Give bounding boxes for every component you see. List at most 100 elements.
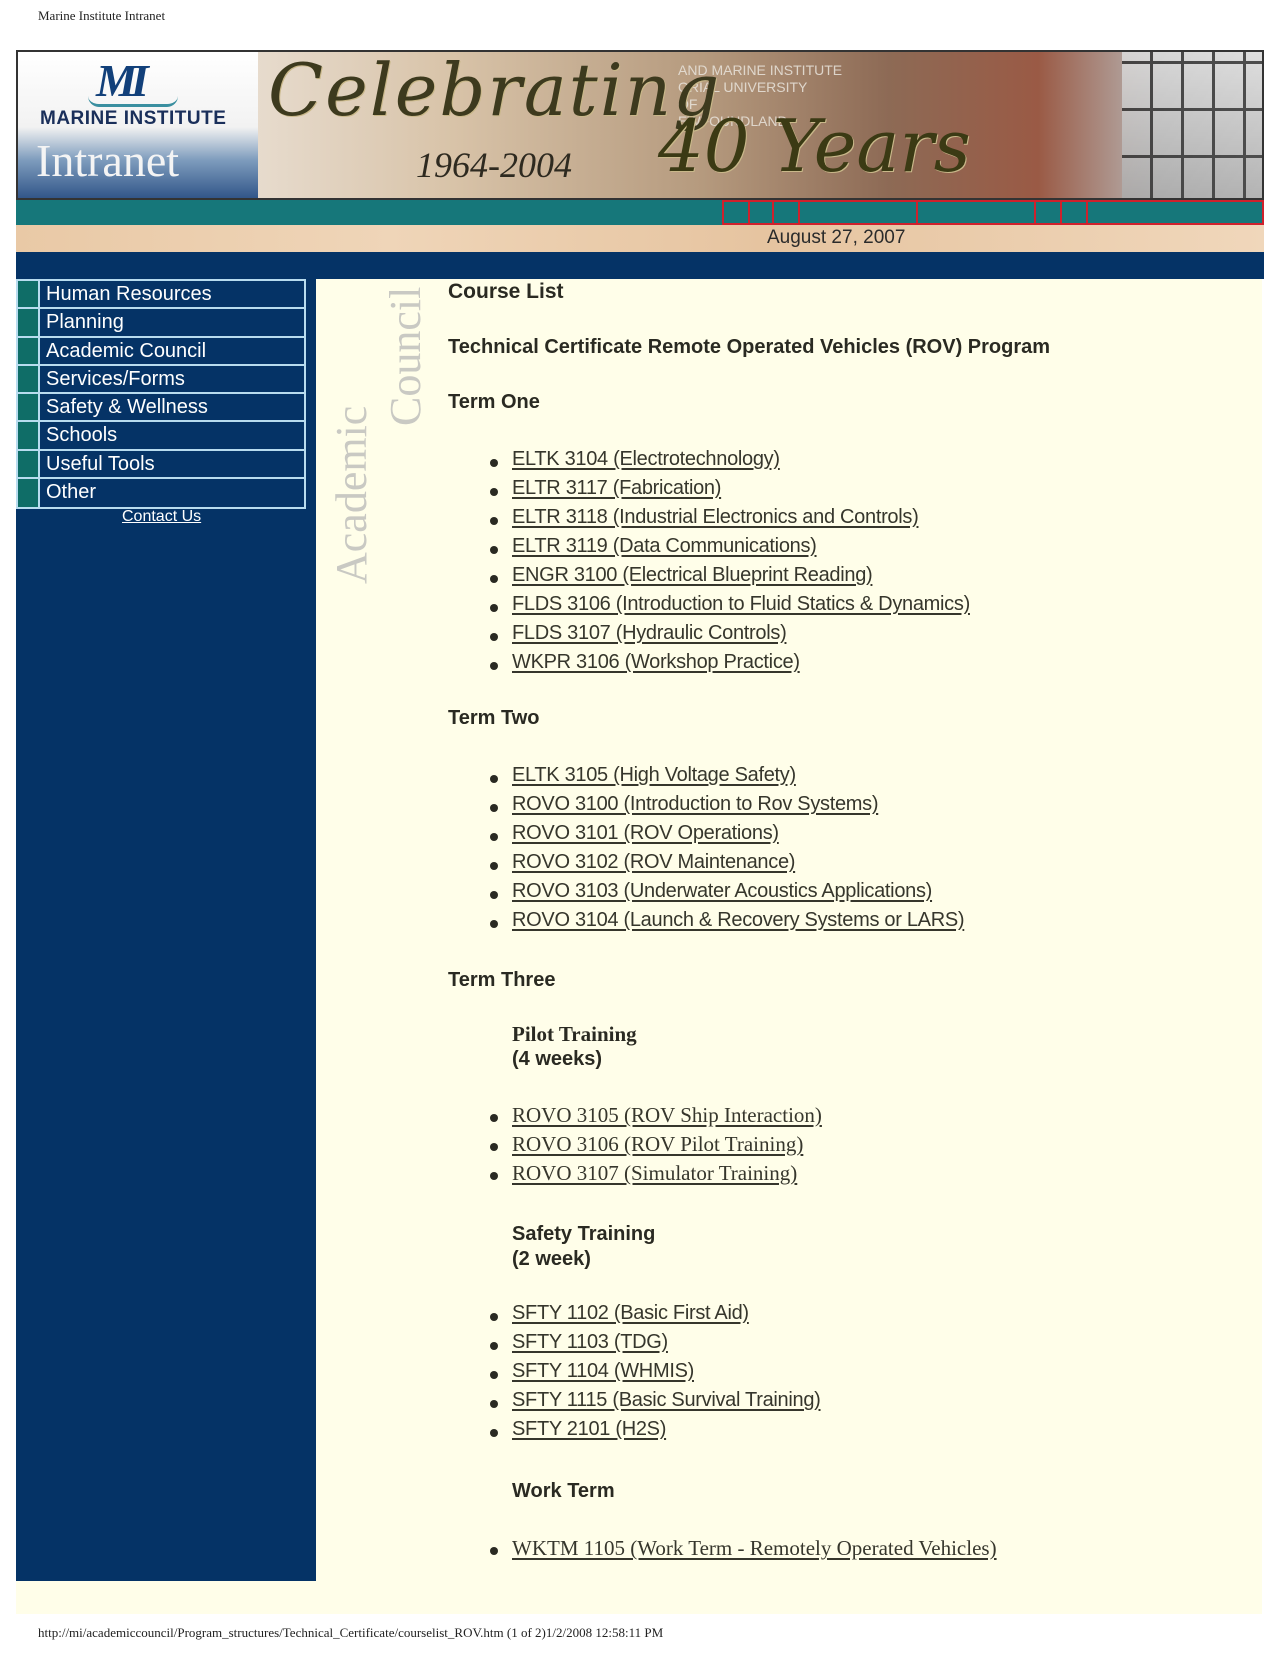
sidebar-item-safety-wellness[interactable]: Safety & Wellness [18, 394, 304, 423]
bullet-icon [490, 1547, 498, 1555]
bullet-icon [490, 546, 498, 554]
course-link[interactable]: WKTM 1105 (Work Term - Remotely Operated… [512, 1536, 997, 1560]
sidebar-item-other[interactable]: Other [18, 479, 304, 508]
bullet-icon [490, 517, 498, 525]
list-item: ELTR 3118 (Industrial Electronics and Co… [448, 506, 970, 535]
course-link[interactable]: ROVO 3106 (ROV Pilot Training) [512, 1132, 803, 1156]
course-link[interactable]: WKPR 3106 (Workshop Practice) [512, 651, 800, 673]
top-nav-cell[interactable] [722, 200, 750, 225]
sidebar-item-schools[interactable]: Schools [18, 422, 304, 451]
list-item: SFTY 1102 (Basic First Aid) [448, 1302, 821, 1331]
bullet-icon [490, 1429, 498, 1437]
sidebar-item-label: Planning [46, 311, 124, 334]
top-nav-cell[interactable] [772, 200, 800, 225]
top-nav-cell[interactable] [916, 200, 1036, 225]
watermark-academic: Academic [327, 405, 376, 584]
top-nav-cell[interactable] [1060, 200, 1088, 225]
list-item: ENGR 3100 (Electrical Blueprint Reading) [448, 564, 970, 593]
contact-us-link[interactable]: Contact Us [122, 508, 201, 526]
top-nav-cell[interactable] [798, 200, 918, 225]
course-link[interactable]: ROVO 3102 (ROV Maintenance) [512, 851, 795, 873]
bullet-icon [490, 920, 498, 928]
list-item: FLDS 3106 (Introduction to Fluid Statics… [448, 593, 970, 622]
nav-marker-icon [18, 394, 40, 421]
bullet-icon [490, 633, 498, 641]
date-bar [16, 225, 1264, 252]
course-link[interactable]: FLDS 3106 (Introduction to Fluid Statics… [512, 593, 970, 615]
bullet-icon [490, 775, 498, 783]
top-nav-cell[interactable] [1086, 200, 1264, 225]
pilot-training-heading: Pilot Training [512, 1022, 637, 1046]
banner: MI Marine Institute Intranet AND MARINE … [16, 50, 1264, 200]
list-item: SFTY 1115 (Basic Survival Training) [448, 1389, 821, 1418]
sidebar-item-label: Academic Council [46, 339, 207, 362]
bullet-icon [490, 604, 498, 612]
pilot-training-duration: (4 weeks) [512, 1048, 603, 1070]
course-link[interactable]: SFTY 1104 (WHMIS) [512, 1360, 694, 1382]
sidebar-item-services-forms[interactable]: Services/Forms [18, 365, 304, 395]
course-link[interactable]: SFTY 2101 (H2S) [512, 1418, 666, 1440]
list-item: WKTM 1105 (Work Term - Remotely Operated… [448, 1536, 997, 1565]
sidebar-item-label: Schools [46, 424, 118, 447]
current-date: August 27, 2007 [767, 227, 906, 248]
sidebar-item-label: Safety & Wellness [46, 396, 208, 419]
course-link[interactable]: SFTY 1115 (Basic Survival Training) [512, 1389, 821, 1411]
nav-marker-icon [18, 309, 40, 336]
course-link[interactable]: ROVO 3104 (Launch & Recovery Systems or … [512, 909, 965, 931]
course-link[interactable]: ROVO 3101 (ROV Operations) [512, 822, 779, 844]
nav-marker-icon [18, 450, 40, 478]
bullet-icon [490, 1172, 498, 1180]
course-link[interactable]: ROVO 3105 (ROV Ship Interaction) [512, 1103, 822, 1127]
top-nav-cell[interactable] [748, 200, 774, 225]
banner-years-range: 1964-2004 [416, 145, 572, 185]
nav-marker-icon [18, 337, 40, 364]
bullet-icon [490, 1114, 498, 1122]
sidebar-item-label: Other [46, 481, 97, 504]
sidebar-item-planning[interactable]: Planning [18, 309, 304, 338]
course-link[interactable]: ELTK 3105 (High Voltage Safety) [512, 764, 796, 786]
list-item: SFTY 2101 (H2S) [448, 1418, 821, 1447]
print-footer: http://mi/academiccouncil/Program_struct… [38, 1625, 664, 1640]
course-link[interactable]: ELTR 3118 (Industrial Electronics and Co… [512, 506, 919, 528]
list-item: ELTK 3104 (Electrotechnology) [448, 448, 970, 477]
sidebar-item-useful-tools[interactable]: Useful Tools [18, 450, 304, 480]
bullet-icon [490, 804, 498, 812]
course-link[interactable]: SFTY 1103 (TDG) [512, 1331, 668, 1353]
course-link[interactable]: ENGR 3100 (Electrical Blueprint Reading) [512, 564, 873, 586]
list-item: ROVO 3102 (ROV Maintenance) [448, 851, 964, 880]
print-header: Marine Institute Intranet [38, 8, 166, 23]
bullet-icon [490, 488, 498, 496]
safety-training-heading: Safety Training [512, 1223, 656, 1245]
list-item: ROVO 3107 (Simulator Training) [448, 1161, 822, 1190]
logo-waves-icon [88, 96, 178, 107]
course-link[interactable]: ROVO 3107 (Simulator Training) [512, 1161, 797, 1185]
course-link[interactable]: FLDS 3107 (Hydraulic Controls) [512, 622, 787, 644]
program-title: Technical Certificate Remote Operated Ve… [448, 336, 1051, 358]
course-link[interactable]: ELTR 3117 (Fabrication) [512, 477, 721, 499]
bullet-icon [490, 1143, 498, 1151]
course-link[interactable]: SFTY 1102 (Basic First Aid) [512, 1302, 749, 1324]
list-item: SFTY 1103 (TDG) [448, 1331, 821, 1360]
bullet-icon [490, 575, 498, 583]
course-link[interactable]: ROVO 3100 (Introduction to Rov Systems) [512, 793, 879, 815]
list-item: ROVO 3100 (Introduction to Rov Systems) [448, 793, 964, 822]
course-link[interactable]: ELTK 3104 (Electrotechnology) [512, 448, 780, 470]
top-nav-cell[interactable] [1034, 200, 1062, 225]
sidebar-item-label: Services/Forms [46, 367, 185, 390]
bullet-icon [490, 1313, 498, 1321]
list-item: ROVO 3106 (ROV Pilot Training) [448, 1132, 822, 1161]
work-term-course-list: WKTM 1105 (Work Term - Remotely Operated… [448, 1536, 997, 1565]
sidebar-item-human-resources[interactable]: Human Resources [18, 281, 304, 310]
term-two-course-list: ELTK 3105 (High Voltage Safety) ROVO 310… [448, 764, 965, 938]
list-item: ROVO 3101 (ROV Operations) [448, 822, 964, 851]
course-link[interactable]: ROVO 3103 (Underwater Acoustics Applicat… [512, 880, 932, 902]
logo-intranet: Intranet [36, 135, 180, 186]
pilot-training-course-list: ROVO 3105 (ROV Ship Interaction) ROVO 31… [448, 1103, 822, 1190]
list-item: FLDS 3107 (Hydraulic Controls) [448, 622, 970, 651]
list-item: ELTR 3117 (Fabrication) [448, 477, 970, 506]
sidebar-item-academic-council[interactable]: Academic Council [18, 337, 304, 366]
list-item: WKPR 3106 (Workshop Practice) [448, 651, 970, 680]
bullet-icon [490, 1342, 498, 1350]
course-link[interactable]: ELTR 3119 (Data Communications) [512, 535, 817, 557]
bullet-icon [490, 862, 498, 870]
